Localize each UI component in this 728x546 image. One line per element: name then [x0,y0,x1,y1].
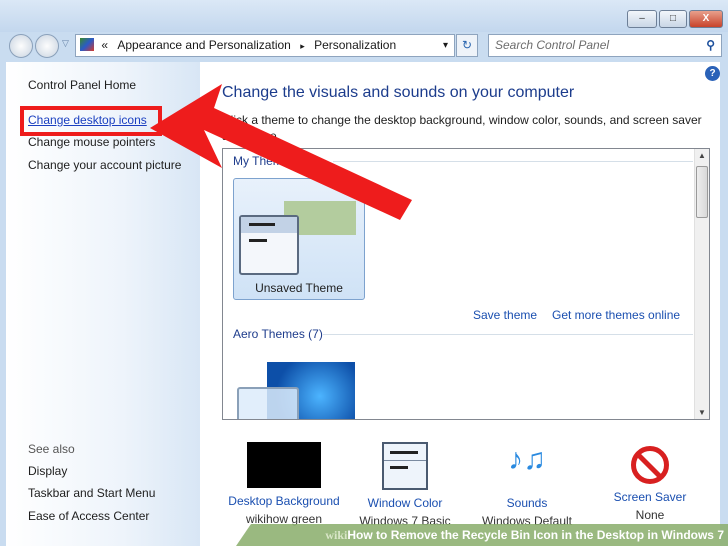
wikihow-banner: wikiHow to Remove the Recycle Bin Icon i… [236,524,728,546]
wikihow-logo-how: How [347,528,373,542]
wikihow-logo: wiki [325,528,348,542]
banner-title: to Remove the Recycle Bin Icon in the De… [372,528,724,542]
red-arrow-icon [150,84,412,220]
red-arrow-shape [150,84,412,220]
